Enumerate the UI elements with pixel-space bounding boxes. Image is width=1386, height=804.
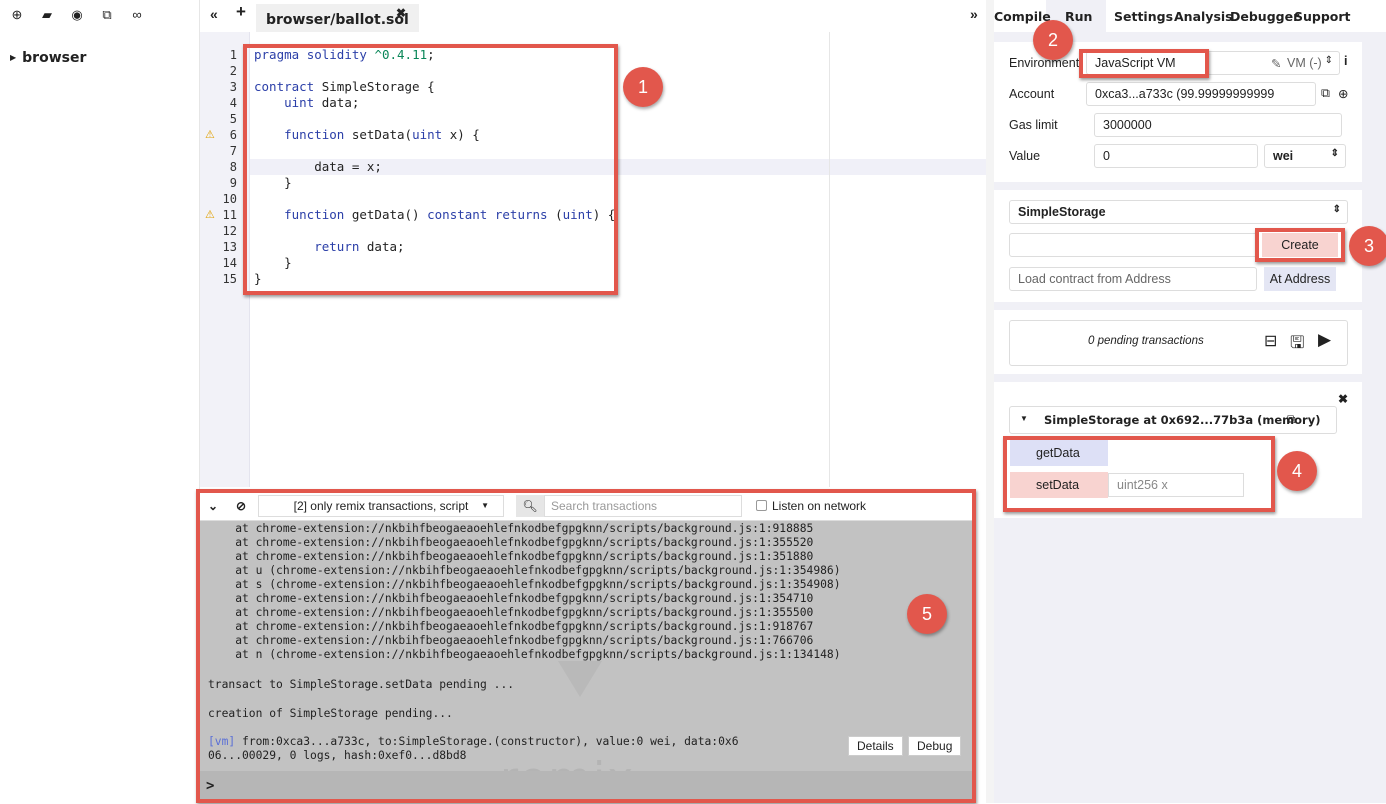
tab-analysis[interactable]: Analysis: [1174, 9, 1233, 24]
collapse-left-button[interactable]: «: [210, 6, 218, 22]
gas-limit-label: Gas limit: [1009, 118, 1058, 132]
file-tree-root[interactable]: ▶ browser: [10, 50, 86, 66]
dropdown-arrow-icon: ⇕: [1330, 148, 1339, 159]
minus-square-icon[interactable]: ⊟: [1264, 331, 1277, 351]
annotation-box-create: [1255, 228, 1345, 262]
close-instance-icon[interactable]: ✖: [1338, 392, 1348, 406]
file-explorer-toolbar: ⊕ ▰ ◉ ⧉ ∞: [10, 8, 144, 22]
file-explorer-panel: ⊕ ▰ ◉ ⧉ ∞ ▶ browser: [0, 0, 200, 803]
save-icon[interactable]: 🖫︎: [1290, 330, 1304, 359]
annotation-bubble-1: 1: [623, 67, 663, 107]
at-address-button[interactable]: At Address: [1264, 267, 1336, 291]
gas-limit-input[interactable]: 3000000: [1094, 113, 1342, 137]
pending-tx-box: 0 pending transactions ⊟ 🖫︎ ▶: [1009, 320, 1348, 366]
plug-icon: ✎: [1271, 57, 1282, 71]
run-panel: Compile Run Settings Analysis Debugger S…: [994, 0, 1386, 803]
annotation-bubble-4: 4: [1277, 451, 1317, 491]
pending-tx-count: 0 pending transactions: [1088, 335, 1204, 347]
annotation-box-code: [243, 44, 618, 295]
account-label: Account: [1009, 87, 1055, 101]
line-number: 2: [229, 64, 237, 78]
close-tab-icon[interactable]: ✖: [396, 6, 406, 20]
add-account-icon[interactable]: ⊕: [1338, 86, 1348, 101]
tab-run[interactable]: Run: [1065, 9, 1092, 24]
pending-tx-card: 0 pending transactions ⊟ 🖫︎ ▶: [994, 310, 1362, 374]
line-number: 1: [229, 48, 237, 62]
line-number: 11: [222, 208, 237, 222]
contract-select-value: SimpleStorage: [1018, 205, 1106, 219]
annotation-box-terminal: [196, 489, 976, 803]
unit-value: wei: [1273, 149, 1294, 163]
line-number: 8: [229, 160, 237, 174]
instance-header[interactable]: ▼ SimpleStorage at 0x692...77b3a (memory…: [1009, 406, 1337, 434]
tab-support[interactable]: Support: [1294, 9, 1351, 24]
vm-indicator: VM (-): [1287, 56, 1322, 70]
account-select[interactable]: 0xca3...a733c (99.99999999999: [1086, 82, 1316, 106]
instance-title: SimpleStorage at 0x692...77b3a (memory): [1044, 413, 1321, 427]
value-input[interactable]: 0: [1094, 144, 1258, 168]
line-number: 4: [229, 96, 237, 110]
constructor-args-input[interactable]: [1009, 233, 1259, 257]
line-number: 5: [229, 112, 237, 126]
line-number: 3: [229, 80, 237, 94]
warning-icon[interactable]: ⚠: [205, 127, 215, 143]
annotation-bubble-2: 2: [1033, 20, 1073, 60]
file-tree-root-label: browser: [22, 50, 87, 66]
line-number: 6: [229, 128, 237, 142]
play-icon[interactable]: ▶: [1318, 330, 1331, 350]
unit-select[interactable]: wei ⇕: [1264, 144, 1346, 168]
line-number: 7: [229, 144, 237, 158]
caret-right-icon: ▶: [10, 53, 17, 62]
tab-settings[interactable]: Settings: [1114, 9, 1173, 24]
line-number: 9: [229, 176, 237, 190]
copy-address-icon[interactable]: ⧉: [1287, 412, 1296, 427]
info-icon[interactable]: i: [1344, 54, 1347, 68]
value-label: Value: [1009, 149, 1041, 163]
tab-debugger[interactable]: Debugger: [1230, 9, 1299, 24]
dropdown-arrow-icon: ⇕: [1324, 55, 1333, 66]
plus-circle-icon[interactable]: ⊕: [10, 8, 24, 22]
file-tab-ballot[interactable]: browser/ballot.sol: [256, 4, 419, 32]
annotation-box-environment: [1079, 49, 1209, 78]
collapse-right-button[interactable]: »: [970, 6, 978, 22]
folder-open-icon[interactable]: ▰: [40, 8, 54, 22]
new-tab-button[interactable]: +: [236, 2, 246, 22]
github-icon[interactable]: ◉: [70, 8, 84, 22]
dropdown-arrow-icon: ⇕: [1332, 204, 1341, 215]
link-icon[interactable]: ∞: [130, 8, 144, 22]
caret-down-icon[interactable]: ▼: [1020, 414, 1028, 423]
copy-icon[interactable]: ⧉: [100, 8, 114, 22]
warning-icon[interactable]: ⚠: [205, 207, 215, 223]
copy-account-icon[interactable]: ⧉: [1321, 86, 1330, 101]
line-number: 12: [222, 224, 237, 238]
contract-select[interactable]: SimpleStorage ⇕: [1009, 200, 1348, 224]
load-address-input[interactable]: Load contract from Address: [1009, 267, 1257, 291]
editor-tab-bar: « + browser/ballot.sol ✖ »: [200, 0, 986, 32]
line-number: 13: [222, 240, 237, 254]
panel-divider[interactable]: [986, 0, 994, 803]
annotation-bubble-5: 5: [907, 594, 947, 634]
print-margin: [829, 32, 830, 487]
line-number: 14: [222, 256, 237, 270]
annotation-bubble-3: 3: [1349, 226, 1386, 266]
annotation-box-functions: [1003, 436, 1275, 512]
line-number: 10: [222, 192, 237, 206]
line-number: 15: [222, 272, 237, 286]
